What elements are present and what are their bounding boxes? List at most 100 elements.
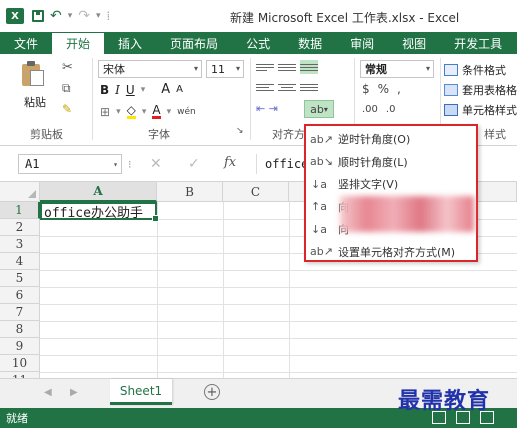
chevron-left-icon[interactable]: ◀ bbox=[44, 387, 52, 398]
enter-icon[interactable]: ✓ bbox=[188, 156, 200, 172]
bold-button[interactable]: B bbox=[100, 83, 109, 97]
chevron-down-icon: ▾ bbox=[425, 64, 430, 73]
chevron-down-icon[interactable]: ▾ bbox=[167, 107, 172, 117]
tab-page-layout[interactable]: 页面布局 bbox=[156, 32, 232, 54]
border-icon[interactable]: ⊞ bbox=[100, 105, 110, 119]
add-sheet-icon[interactable]: + bbox=[204, 384, 220, 400]
style-item-label: 条件格式 bbox=[462, 64, 506, 77]
formula-bar-grip-icon[interactable]: ⁝ bbox=[128, 158, 132, 171]
font-format-row-2: ⊞ ▾ ◇ ▾ A ▾ wén bbox=[100, 104, 196, 119]
tab-review[interactable]: 审阅 bbox=[336, 32, 388, 54]
row-header[interactable]: 8 bbox=[0, 321, 40, 338]
undo-dropdown-icon[interactable]: ▾ bbox=[68, 11, 73, 21]
phonetic-button[interactable]: wén bbox=[177, 107, 196, 117]
name-box-value: A1 bbox=[25, 157, 40, 171]
shrink-font-button[interactable]: A bbox=[176, 84, 183, 95]
decrease-decimal-button[interactable]: .0 bbox=[386, 104, 396, 115]
format-as-table-button[interactable]: 套用表格格 bbox=[444, 80, 517, 100]
column-header-a[interactable]: A bbox=[40, 182, 157, 202]
row-header[interactable]: 9 bbox=[0, 338, 40, 355]
tab-formulas[interactable]: 公式 bbox=[232, 32, 284, 54]
tab-view[interactable]: 视图 bbox=[388, 32, 440, 54]
font-name-select[interactable]: 宋体 ▾ bbox=[98, 60, 202, 78]
row-header[interactable]: 10 bbox=[0, 355, 40, 372]
tab-developer[interactable]: 开发工具 bbox=[440, 32, 516, 54]
gridline bbox=[40, 270, 517, 271]
font-size-select[interactable]: 11 ▾ bbox=[206, 60, 244, 78]
tab-home[interactable]: 开始 bbox=[52, 32, 105, 54]
row-header[interactable]: 1 bbox=[0, 202, 40, 219]
underline-button[interactable]: U bbox=[126, 83, 135, 97]
select-all-button[interactable] bbox=[0, 182, 40, 202]
name-box[interactable]: A1 ▾ bbox=[18, 154, 122, 174]
undo-icon[interactable]: ↶ bbox=[50, 8, 62, 24]
chevron-right-icon[interactable]: ▶ bbox=[70, 387, 78, 398]
font-size-value: 11 bbox=[211, 62, 225, 76]
menu-item-format-alignment[interactable]: ab↗ 设置单元格对齐方式(M) bbox=[306, 241, 476, 264]
cancel-icon[interactable]: ✕ bbox=[150, 156, 162, 172]
center-align-icon[interactable] bbox=[278, 80, 296, 94]
orientation-button[interactable]: ab ▾ bbox=[304, 100, 334, 118]
number-format-row: $ % , bbox=[362, 82, 401, 96]
redo-icon[interactable]: ↷ bbox=[78, 8, 90, 24]
chevron-down-icon[interactable]: ▾ bbox=[116, 107, 121, 117]
fill-color-icon[interactable]: ◇ bbox=[126, 104, 136, 119]
paste-button[interactable]: 粘贴 bbox=[24, 94, 46, 110]
menu-item-label: 设置单元格对齐方式(M) bbox=[338, 245, 456, 259]
merge-center-icon[interactable] bbox=[300, 80, 318, 94]
chevron-down-icon[interactable]: ▾ bbox=[142, 107, 147, 117]
row-header[interactable]: 3 bbox=[0, 236, 40, 253]
menu-item-label: 顺时针角度(L) bbox=[338, 155, 408, 169]
format-painter-icon[interactable]: ✎ bbox=[62, 102, 72, 116]
cut-icon[interactable]: ✂ bbox=[62, 60, 73, 75]
sheet-tab-sheet1[interactable]: Sheet1 bbox=[110, 379, 172, 405]
comma-button[interactable]: , bbox=[397, 82, 401, 96]
copy-icon[interactable]: ⧉ bbox=[62, 81, 71, 96]
column-header-c[interactable]: C bbox=[223, 182, 289, 202]
cell-styles-icon bbox=[444, 104, 458, 116]
rotate-down-icon: ↓a bbox=[311, 222, 327, 236]
redo-dropdown-icon[interactable]: ▾ bbox=[96, 11, 101, 21]
row-header[interactable]: 4 bbox=[0, 253, 40, 270]
font-color-button[interactable]: A bbox=[152, 104, 161, 119]
menu-item-vertical-text[interactable]: ↓a 竖排文字(V) bbox=[306, 173, 476, 196]
currency-button[interactable]: $ bbox=[362, 82, 370, 96]
gridline bbox=[289, 202, 290, 378]
row-header[interactable]: 6 bbox=[0, 287, 40, 304]
styles-group: 条件格式 套用表格格 单元格样式 bbox=[444, 60, 517, 120]
save-icon[interactable] bbox=[32, 10, 44, 22]
number-format-select[interactable]: 常规 ▾ bbox=[360, 60, 434, 78]
middle-align-icon[interactable] bbox=[278, 60, 296, 74]
row-header[interactable]: 5 bbox=[0, 270, 40, 287]
left-align-icon[interactable] bbox=[256, 80, 274, 94]
status-text: 就绪 bbox=[6, 412, 28, 425]
conditional-formatting-button[interactable]: 条件格式 bbox=[444, 60, 517, 80]
row-header[interactable]: 2 bbox=[0, 219, 40, 236]
indent-icon[interactable]: ⇤ ⇥ bbox=[256, 102, 278, 115]
cell-a1[interactable]: office办公助手 bbox=[40, 202, 159, 222]
top-align-icon[interactable] bbox=[256, 60, 274, 74]
grow-font-button[interactable]: A bbox=[161, 82, 170, 97]
italic-button[interactable]: I bbox=[115, 83, 120, 97]
menu-item-counterclockwise[interactable]: ab↗ 逆时针角度(O) bbox=[306, 128, 476, 151]
customize-qa-icon[interactable]: ⁞ bbox=[107, 9, 111, 23]
insert-function-button[interactable]: fx bbox=[224, 155, 236, 170]
tab-insert[interactable]: 插入 bbox=[104, 32, 156, 54]
cell-styles-button[interactable]: 单元格样式 bbox=[444, 100, 517, 120]
column-header-b[interactable]: B bbox=[157, 182, 223, 202]
paste-icon[interactable] bbox=[22, 60, 44, 86]
gridline bbox=[40, 321, 517, 322]
tab-file[interactable]: 文件 bbox=[0, 32, 52, 54]
percent-button[interactable]: % bbox=[378, 82, 389, 96]
row-header[interactable]: 7 bbox=[0, 304, 40, 321]
font-dialog-launcher-icon[interactable]: ↘ bbox=[236, 126, 244, 136]
tab-data[interactable]: 数据 bbox=[284, 32, 336, 54]
ribbon-divider bbox=[250, 58, 251, 140]
increase-decimal-button[interactable]: .00 bbox=[362, 104, 378, 115]
formula-input[interactable]: office bbox=[256, 154, 308, 174]
menu-item-clockwise[interactable]: ab↘ 顺时针角度(L) bbox=[306, 151, 476, 174]
chevron-down-icon[interactable]: ▾ bbox=[141, 85, 146, 95]
bottom-align-icon[interactable] bbox=[300, 60, 318, 74]
font-group-label: 字体 bbox=[148, 128, 170, 141]
menu-item-label: 逆时针角度(O) bbox=[338, 133, 411, 147]
